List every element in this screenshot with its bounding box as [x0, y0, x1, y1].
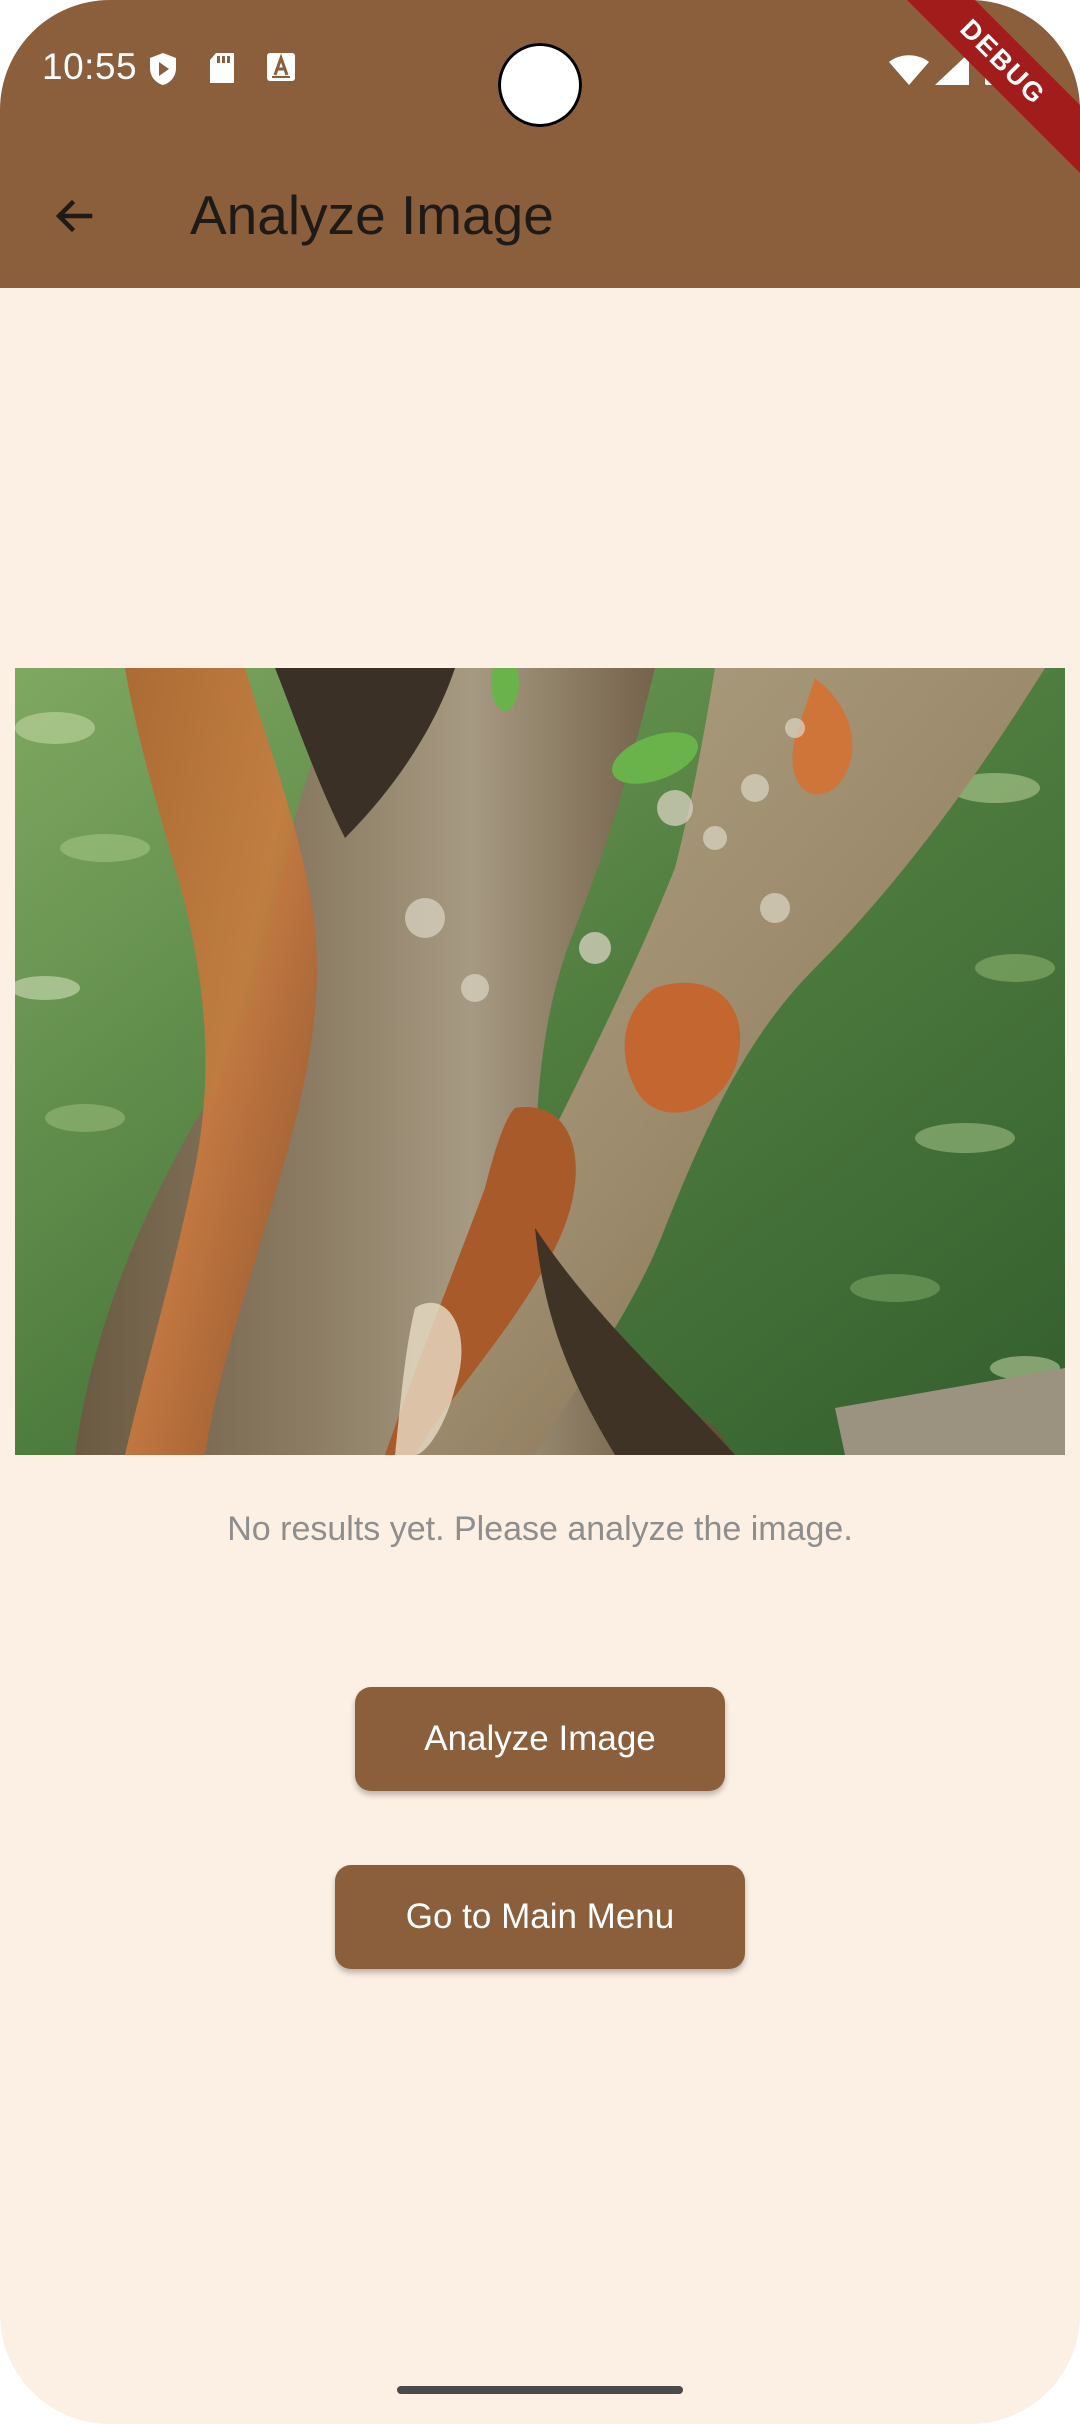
status-time: 10:55	[42, 46, 138, 87]
sd-card-icon	[208, 52, 236, 84]
main-menu-button[interactable]: Go to Main Menu	[335, 1865, 745, 1969]
result-text: No results yet. Please analyze the image…	[227, 1510, 853, 1548]
top-app-bar: 10:55 DEBUG Analyze Image	[0, 0, 1080, 288]
wifi-icon	[888, 54, 930, 86]
front-camera	[498, 43, 582, 127]
back-button[interactable]	[36, 178, 112, 254]
page-title: Analyze Image	[190, 184, 554, 246]
tree-trunk-photo	[15, 668, 1065, 1455]
analyze-image-button[interactable]: Analyze Image	[355, 1687, 725, 1791]
text-a-icon	[266, 52, 296, 82]
home-indicator[interactable]	[397, 2386, 683, 2394]
arrow-back-icon	[55, 199, 93, 233]
play-protect-icon	[148, 52, 178, 86]
phone-screen: 10:55 DEBUG Analyze Image No results yet…	[0, 0, 1080, 2424]
debug-banner: DEBUG	[869, 0, 1080, 196]
